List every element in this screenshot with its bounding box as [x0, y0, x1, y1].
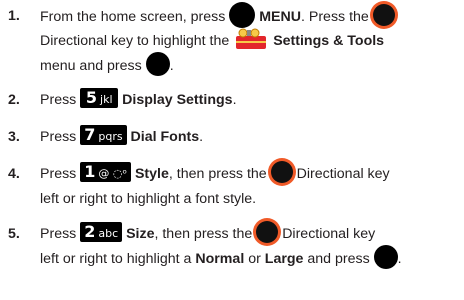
- key-number: 7: [84, 125, 96, 145]
- step-number: 3.: [8, 129, 20, 145]
- large-option: Large: [264, 251, 304, 267]
- key-number: 5: [85, 88, 98, 108]
- key-1-icon: 1 @ ◌ᵒ: [80, 162, 132, 183]
- step-text: , then press the: [168, 166, 267, 182]
- menu-option-label: Dial Fonts: [130, 129, 200, 145]
- step-text: . Press the: [300, 8, 369, 25]
- menu-label: MENU: [259, 8, 301, 25]
- step-text: From the home screen, press: [40, 8, 226, 25]
- menu-key-icon: [229, 2, 256, 28]
- menu-option-label: Display Settings: [122, 92, 233, 108]
- period: .: [397, 251, 402, 267]
- step-number: 1.: [8, 8, 20, 24]
- instruction-list: 1. From the home screen, press MENU. Pre…: [0, 0, 464, 300]
- key-number: 2: [84, 222, 96, 242]
- menu-option-label: Style: [134, 166, 169, 182]
- step-text: Press: [40, 92, 77, 108]
- key-letters: jkl: [100, 93, 113, 107]
- step-text: Press: [40, 166, 77, 182]
- settings-tools-label: Settings & Tools: [273, 33, 385, 49]
- step-text: Directional key to highlight the: [40, 33, 230, 49]
- key-letters: pqrs: [98, 130, 123, 144]
- step-text: Press: [40, 129, 77, 145]
- step-text: left or right to highlight a font style.: [40, 191, 257, 207]
- step-text: and press: [307, 251, 370, 267]
- ok-key-icon: [373, 245, 398, 270]
- normal-option: Normal: [195, 251, 245, 267]
- step-number: 2.: [8, 92, 20, 108]
- directional-key-icon: [270, 161, 293, 184]
- step-text: left or right to highlight a: [40, 251, 192, 267]
- period: .: [169, 58, 174, 74]
- step-text: or: [248, 251, 261, 267]
- key-5-icon: 5 jkl: [80, 88, 119, 109]
- key-2-icon: 2 abc: [80, 222, 123, 243]
- settings-tools-icon: [233, 28, 269, 50]
- menu-option-label: Size: [126, 226, 155, 242]
- period: .: [232, 92, 237, 108]
- step-number: 4.: [8, 166, 20, 182]
- key-letters: @ ◌ᵒ: [98, 167, 128, 181]
- step-number: 5.: [8, 226, 20, 242]
- key-letters: abc: [98, 227, 119, 241]
- step-text: , then press the: [154, 226, 253, 242]
- ok-key-icon: [145, 52, 170, 77]
- step-text: menu and press: [40, 58, 142, 74]
- period: .: [199, 129, 204, 145]
- key-7-icon: 7 pqrs: [80, 125, 127, 146]
- key-number: 1: [84, 162, 96, 182]
- step-text: Directional key: [296, 166, 390, 182]
- directional-key-icon: [256, 221, 279, 244]
- step-text: Press: [40, 226, 77, 242]
- step-text: Directional key: [282, 226, 376, 242]
- directional-key-icon: [372, 4, 395, 26]
